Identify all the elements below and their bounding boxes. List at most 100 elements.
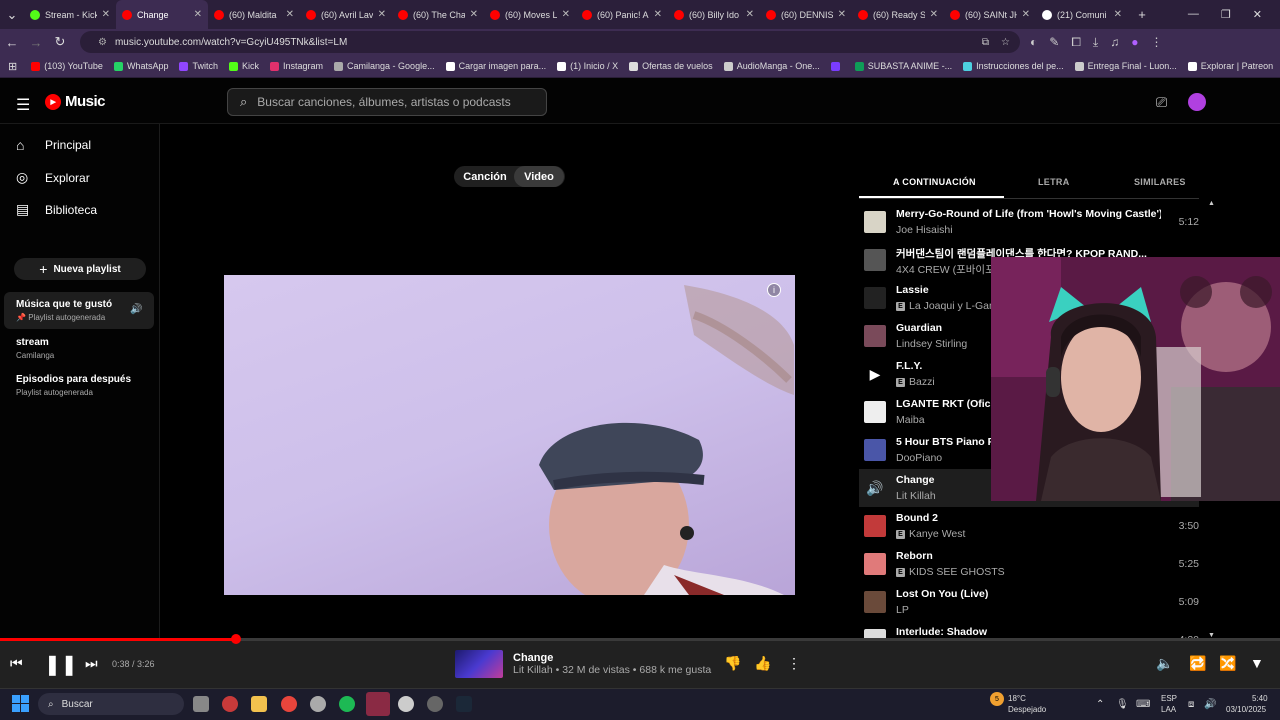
shuffle-icon[interactable]: 🔀 — [1219, 655, 1236, 672]
clock[interactable]: 5:40 — [1252, 694, 1268, 703]
windows-start-icon[interactable] — [12, 695, 29, 712]
close-tab-icon[interactable]: ✕ — [562, 9, 570, 20]
forward-icon[interactable]: → — [24, 35, 48, 50]
toggle-song[interactable]: Canción — [458, 166, 512, 187]
queue-item[interactable]: Merry-Go-Round of Life (from 'Howl's Mov… — [859, 203, 1199, 241]
bookmark-star-icon[interactable]: ☆ — [1001, 37, 1010, 48]
url-bar[interactable]: ⚙ music.youtube.com/watch?v=GcyiU495TNk&… — [80, 31, 1020, 53]
previous-icon[interactable]: ⏮ — [10, 655, 23, 672]
playlist-stream[interactable]: stream Camilanga — [16, 337, 54, 360]
bookmark-item[interactable]: AudioManga - One... — [723, 61, 820, 71]
sidebar-item-biblioteca[interactable]: ▤ Biblioteca — [16, 201, 97, 218]
new-tab-button[interactable]: + — [1130, 7, 1154, 22]
dislike-icon[interactable]: 👎 — [724, 655, 741, 672]
bookmark-item[interactable]: Entrega Final - Luon... — [1074, 61, 1177, 71]
browser-tab[interactable]: (60) The Cha ✕ — [392, 0, 484, 29]
playlist-episodes[interactable]: Episodios para después Playlist autogene… — [16, 374, 131, 397]
task-view-icon[interactable] — [193, 696, 209, 712]
queue-item[interactable]: Reborn E KIDS SEE GHOSTS 5:25 — [859, 545, 1199, 583]
close-tab-icon[interactable]: ✕ — [378, 9, 386, 20]
back-icon[interactable]: ← — [0, 35, 24, 50]
media-controls-icon[interactable]: ♫ — [1110, 35, 1119, 50]
downloads-icon[interactable]: ⤓ — [1093, 35, 1098, 50]
bookmark-item[interactable]: WhatsApp — [113, 61, 168, 71]
browser-tab[interactable]: (60) SAINt JH ✕ — [944, 0, 1036, 29]
hamburger-menu-icon[interactable]: ☰ — [16, 95, 30, 115]
video-player[interactable] — [224, 275, 795, 595]
expand-player-icon[interactable]: ▼ — [1250, 655, 1264, 671]
repeat-icon[interactable]: 🔁 — [1189, 655, 1206, 672]
close-tab-icon[interactable]: ✕ — [838, 9, 846, 20]
restore-icon[interactable]: ❐ — [1221, 8, 1231, 21]
bookmark-item[interactable]: Instrucciones del pe... — [963, 61, 1064, 71]
bookmark-item[interactable]: Twitch — [179, 61, 218, 71]
bookmark-item[interactable]: (1) Inicio / X — [557, 61, 618, 71]
steam-icon[interactable] — [310, 696, 326, 712]
file-explorer-icon[interactable] — [251, 696, 267, 712]
bookmark-item[interactable]: Camilanga - Google... — [334, 61, 435, 71]
microphone-icon[interactable]: 🎙 — [1116, 699, 1129, 710]
taskbar-search[interactable]: ⌕ Buscar — [38, 693, 184, 715]
search-input[interactable]: ⌕ Buscar canciones, álbumes, artistas o … — [227, 88, 547, 116]
close-tab-icon[interactable]: ✕ — [102, 9, 110, 20]
next-icon[interactable]: ⏭ — [85, 655, 98, 672]
input-language[interactable]: ESP — [1161, 694, 1177, 703]
tab-up-next[interactable]: A CONTINUACIÓN — [893, 177, 976, 187]
app-icon[interactable] — [398, 696, 414, 712]
bookmark-item[interactable]: Ofertas de vuelos — [629, 61, 713, 71]
scroll-up-icon[interactable]: ▲ — [1208, 200, 1215, 207]
network-icon[interactable]: ⧈ — [1188, 699, 1194, 710]
bookmark-item[interactable]: Cargar imagen para... — [445, 61, 546, 71]
app-icon[interactable] — [366, 692, 390, 716]
queue-item[interactable]: Lost On You (Live) LP 5:09 — [859, 583, 1199, 621]
bookmark-item[interactable] — [830, 61, 844, 71]
tray-chevron-icon[interactable]: ⌃ — [1096, 699, 1104, 710]
app-icon[interactable] — [222, 696, 238, 712]
pause-icon[interactable]: ❚❚ — [44, 652, 78, 677]
close-tab-icon[interactable]: ✕ — [930, 9, 938, 20]
minimize-icon[interactable]: — — [1188, 8, 1199, 21]
now-playing-title[interactable]: Change — [513, 652, 553, 664]
close-tab-icon[interactable]: ✕ — [746, 9, 754, 20]
queue-item[interactable]: Bound 2 E Kanye West 3:50 — [859, 507, 1199, 545]
extensions-puzzle-icon[interactable]: ⧠ — [1071, 35, 1081, 50]
extension-icon[interactable]: ◐ — [1030, 35, 1037, 50]
install-app-icon[interactable]: ⧉ — [982, 37, 989, 48]
weather-icon[interactable]: 5 — [990, 692, 1004, 706]
close-tab-icon[interactable]: ✕ — [1114, 9, 1122, 20]
sidebar-item-principal[interactable]: ⌂ Principal — [16, 137, 91, 153]
chrome-icon[interactable] — [281, 696, 297, 712]
browser-tab[interactable]: (60) Panic! A ✕ — [576, 0, 668, 29]
like-icon[interactable]: 👍 — [754, 655, 771, 672]
browser-tab[interactable]: Change ✕ — [116, 0, 208, 29]
browser-tab[interactable]: (21) Comuni ✕ — [1036, 0, 1128, 29]
close-tab-icon[interactable]: ✕ — [194, 9, 202, 20]
close-tab-icon[interactable]: ✕ — [1022, 9, 1030, 20]
browser-tab[interactable]: (60) Maldita ✕ — [208, 0, 300, 29]
tab-lyrics[interactable]: LETRA — [1038, 177, 1070, 187]
browser-tab[interactable]: (60) Avril Lav ✕ — [300, 0, 392, 29]
close-tab-icon[interactable]: ✕ — [654, 9, 662, 20]
apps-grid-icon[interactable]: ⊞ — [8, 60, 17, 73]
reload-icon[interactable]: ↻ — [48, 34, 72, 50]
tab-list-dropdown-icon[interactable]: ⌄ — [0, 7, 24, 23]
bookmark-item[interactable]: SUBASTA ANIME -... — [854, 61, 952, 71]
keyboard-icon[interactable]: ⌨ — [1136, 699, 1150, 710]
play-hover-icon[interactable]: ▶ — [864, 363, 886, 385]
volume-tray-icon[interactable]: 🔊 — [1204, 699, 1216, 710]
spotify-icon[interactable] — [339, 696, 355, 712]
more-options-icon[interactable]: ⋮ — [787, 655, 801, 672]
bookmark-item[interactable]: Instagram — [270, 61, 323, 71]
bookmark-item[interactable]: (103) YouTube — [31, 61, 103, 71]
profile-avatar-icon[interactable]: ● — [1131, 35, 1138, 50]
toggle-video[interactable]: Video — [514, 166, 564, 187]
browser-menu-icon[interactable]: ⋮ — [1150, 35, 1162, 50]
browser-tab[interactable]: Stream - Kick ✕ — [24, 0, 116, 29]
close-window-icon[interactable]: ✕ — [1253, 8, 1262, 21]
close-tab-icon[interactable]: ✕ — [470, 9, 478, 20]
browser-tab[interactable]: (60) DENNIS ✕ — [760, 0, 852, 29]
site-info-icon[interactable]: ⚙ — [98, 37, 107, 48]
tab-related[interactable]: SIMILARES — [1134, 177, 1186, 187]
close-tab-icon[interactable]: ✕ — [286, 9, 294, 20]
ytmusic-logo[interactable]: ▶ Music — [45, 93, 106, 110]
